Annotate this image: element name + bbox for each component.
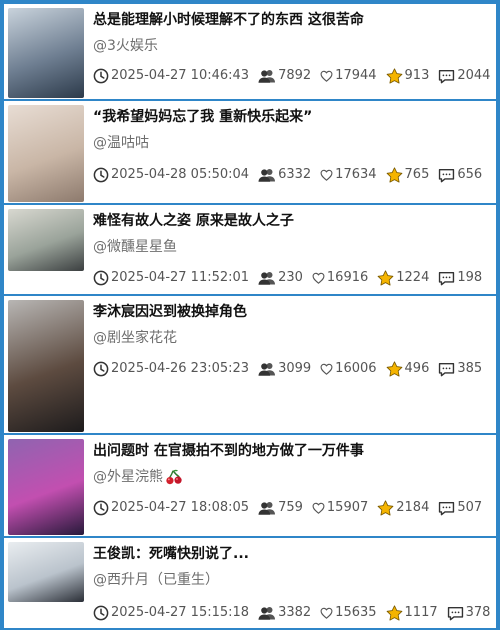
clock-icon xyxy=(93,605,111,621)
star-icon xyxy=(386,68,405,84)
video-title[interactable]: 难怪有故人之姿 原来是故人之子 xyxy=(93,211,490,231)
likes-count: 16006 xyxy=(335,361,377,376)
video-card[interactable]: 出问题时 在官摄拍不到的地方做了一万件事 @外星浣熊 2025-04-27 18:0… xyxy=(4,435,496,536)
fans-count: 3382 xyxy=(278,605,312,620)
comments-count: 385 xyxy=(457,361,483,376)
star-icon xyxy=(386,167,405,183)
author-name[interactable]: @温咕咕 xyxy=(93,133,149,153)
comments-count: 507 xyxy=(457,500,483,515)
video-stats: 2025-04-27 15:15:18 3382 15635 1117 378 xyxy=(93,604,492,622)
video-thumbnail[interactable] xyxy=(8,439,84,535)
clock-icon xyxy=(93,500,111,516)
author-label: @西升月（已重生） xyxy=(93,572,219,588)
publish-time: 2025-04-27 15:15:18 xyxy=(111,605,250,620)
author-label: @微醺星星鱼 xyxy=(93,239,177,255)
publish-time: 2025-04-27 10:46:43 xyxy=(111,68,250,83)
people-icon xyxy=(258,69,278,83)
likes-count: 17944 xyxy=(335,68,377,83)
clock-icon xyxy=(93,361,111,377)
comments-count: 656 xyxy=(457,167,483,182)
star-icon xyxy=(377,270,396,286)
video-card[interactable]: 李沐宸因迟到被换掉角色 @剧坐家花花 2025-04-26 23:05:23 3099… xyxy=(4,296,496,433)
publish-time: 2025-04-27 18:08:05 xyxy=(111,500,250,515)
author-label: @剧坐家花花 xyxy=(93,330,177,346)
stars-count: 913 xyxy=(404,68,430,83)
people-icon xyxy=(258,362,278,376)
clock-icon xyxy=(93,68,111,84)
stars-count: 1117 xyxy=(404,605,438,620)
video-title[interactable]: 李沐宸因迟到被换掉角色 xyxy=(93,302,490,322)
likes-count: 15635 xyxy=(335,605,377,620)
star-icon xyxy=(386,605,405,621)
video-thumbnail[interactable] xyxy=(8,8,84,98)
likes-count: 15907 xyxy=(326,500,369,515)
heart-icon xyxy=(320,607,335,619)
video-stats: 2025-04-26 23:05:23 3099 16006 496 385 xyxy=(93,360,492,378)
stars-count: 496 xyxy=(404,361,430,376)
author-label: @3火娱乐 xyxy=(93,38,158,54)
heart-icon xyxy=(312,502,327,514)
publish-time: 2025-04-27 11:52:01 xyxy=(111,270,250,285)
heart-icon xyxy=(312,272,327,284)
heart-icon xyxy=(320,70,335,82)
publish-time: 2025-04-28 05:50:04 xyxy=(111,167,250,182)
fans-count: 3099 xyxy=(278,361,312,376)
heart-icon xyxy=(320,363,335,375)
video-stats: 2025-04-27 11:52:01 230 16916 1224 198 xyxy=(93,269,492,287)
comment-icon xyxy=(438,362,457,377)
video-title[interactable]: 王俊凯：死嘴快别说了... xyxy=(93,544,490,564)
author-name[interactable]: @剧坐家花花 xyxy=(93,328,177,348)
author-label: @温咕咕 xyxy=(93,135,149,151)
heart-icon xyxy=(320,169,335,181)
video-stats: 2025-04-27 10:46:43 7892 17944 913 2044 xyxy=(93,67,492,85)
fans-count: 6332 xyxy=(278,167,312,182)
video-list: 总是能理解小时候理解不了的东西 这很苦命 @3火娱乐 2025-04-27 10:4… xyxy=(0,0,500,630)
comment-icon xyxy=(438,168,457,183)
author-name[interactable]: @西升月（已重生） xyxy=(93,570,219,590)
video-stats: 2025-04-27 18:08:05 759 15907 2184 507 xyxy=(93,499,492,517)
video-thumbnail[interactable] xyxy=(8,105,84,202)
video-title[interactable]: 出问题时 在官摄拍不到的地方做了一万件事 xyxy=(93,441,490,461)
author-name[interactable]: @3火娱乐 xyxy=(93,36,158,56)
comment-icon xyxy=(438,501,457,516)
comments-count: 198 xyxy=(457,270,483,285)
comment-icon xyxy=(447,606,466,621)
author-label: @外星浣熊 xyxy=(93,469,163,485)
video-card[interactable]: 总是能理解小时候理解不了的东西 这很苦命 @3火娱乐 2025-04-27 10:4… xyxy=(4,4,496,99)
comment-icon xyxy=(438,69,457,84)
comment-icon xyxy=(438,271,457,286)
cherry-icon xyxy=(166,469,182,485)
publish-time: 2025-04-26 23:05:23 xyxy=(111,361,250,376)
comments-count: 2044 xyxy=(457,68,491,83)
fans-count: 7892 xyxy=(278,68,312,83)
author-name[interactable]: @微醺星星鱼 xyxy=(93,237,177,257)
stars-count: 2184 xyxy=(396,500,430,515)
video-stats: 2025-04-28 05:50:04 6332 17634 765 656 xyxy=(93,166,492,184)
video-title[interactable]: “我希望妈妈忘了我 重新快乐起来” xyxy=(93,107,490,127)
stars-count: 1224 xyxy=(396,270,430,285)
video-card[interactable]: 难怪有故人之姿 原来是故人之子 @微醺星星鱼 2025-04-27 11:52:01… xyxy=(4,205,496,294)
video-thumbnail[interactable] xyxy=(8,542,84,602)
video-card[interactable]: “我希望妈妈忘了我 重新快乐起来” @温咕咕 2025-04-28 05:50:04… xyxy=(4,101,496,203)
video-thumbnail[interactable] xyxy=(8,300,84,432)
clock-icon xyxy=(93,270,111,286)
star-icon xyxy=(386,361,405,377)
likes-count: 17634 xyxy=(335,167,377,182)
people-icon xyxy=(258,606,278,620)
people-icon xyxy=(258,271,278,285)
video-card[interactable]: 王俊凯：死嘴快别说了... @西升月（已重生） 2025-04-27 15:15:1… xyxy=(4,538,496,628)
stars-count: 765 xyxy=(404,167,430,182)
video-title[interactable]: 总是能理解小时候理解不了的东西 这很苦命 xyxy=(93,10,490,30)
video-thumbnail[interactable] xyxy=(8,209,84,271)
fans-count: 759 xyxy=(278,500,303,515)
fans-count: 230 xyxy=(278,270,303,285)
comments-count: 378 xyxy=(465,605,491,620)
people-icon xyxy=(258,501,278,515)
star-icon xyxy=(377,500,396,516)
people-icon xyxy=(258,168,278,182)
likes-count: 16916 xyxy=(326,270,369,285)
author-name[interactable]: @外星浣熊 xyxy=(93,467,183,487)
clock-icon xyxy=(93,167,111,183)
